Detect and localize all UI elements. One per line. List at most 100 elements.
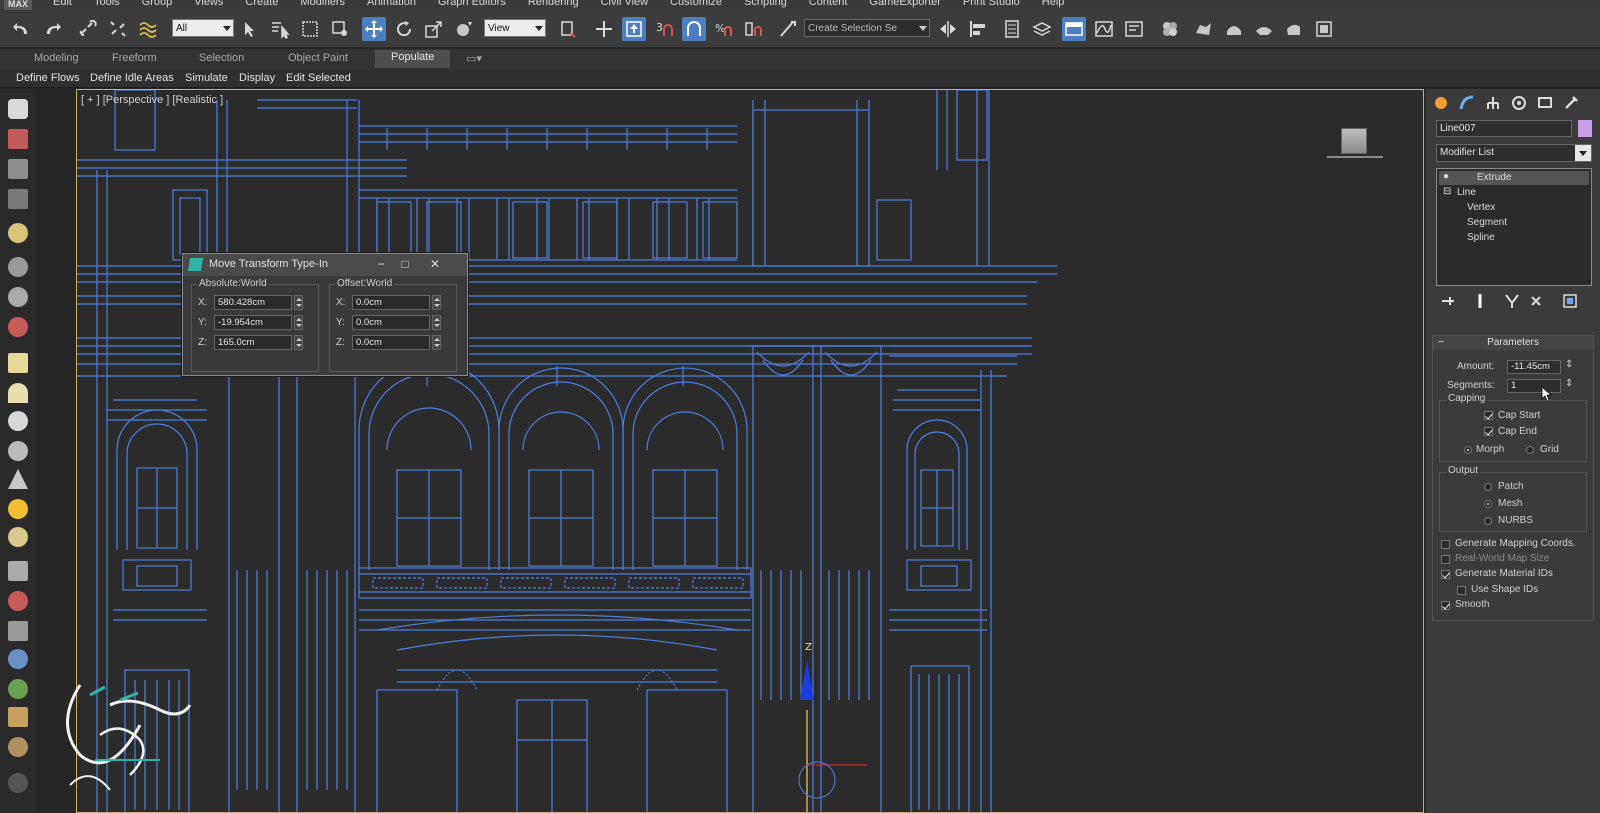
named-selection-dropdown[interactable]: Create Selection Se (804, 19, 930, 37)
window-crossing-icon[interactable] (328, 17, 352, 41)
select-and-move-icon[interactable] (362, 17, 386, 41)
menu-content[interactable]: Content (798, 0, 859, 8)
menu-civil-view[interactable]: Civil View (590, 0, 659, 8)
viewport-label[interactable]: [ + ] [Perspective ] [Realistic ] (81, 94, 223, 106)
perspective-viewport[interactable]: Z [ + ] [Perspective ] [Realistic ] (76, 89, 1424, 813)
nurbs-radio[interactable] (1484, 517, 1492, 525)
light-bulb-icon[interactable] (8, 223, 28, 243)
cap-start-checkbox[interactable] (1484, 411, 1493, 420)
scene-explorer-icon[interactable] (1000, 17, 1024, 41)
a360-gallery-icon[interactable] (1312, 17, 1336, 41)
tab-object-paint[interactable]: Object Paint (288, 52, 348, 64)
show-end-result-icon[interactable] (1472, 293, 1488, 309)
create-cylinder-icon[interactable] (8, 159, 28, 179)
viewcube-compass[interactable] (1327, 156, 1383, 158)
menu-graph-editors[interactable]: Graph Editors (427, 0, 517, 8)
layer-explorer-icon[interactable] (1030, 17, 1054, 41)
spinner-icon[interactable] (294, 335, 303, 350)
pin-stack-icon[interactable] (1440, 293, 1456, 309)
dialog-titlebar[interactable]: Move Transform Type-In − □ ✕ (183, 254, 467, 276)
grid-radio[interactable] (1526, 446, 1534, 454)
offset-x-input[interactable]: 0.0cm (352, 295, 430, 310)
pyramid-icon[interactable] (8, 621, 28, 641)
undo-icon[interactable] (10, 17, 34, 41)
make-unique-icon[interactable] (1504, 293, 1520, 309)
rendered-frame-window-icon[interactable] (1222, 17, 1246, 41)
offset-z-input[interactable]: 0.0cm (352, 335, 430, 350)
spinner-icon[interactable] (432, 295, 441, 310)
patch-radio[interactable] (1484, 483, 1492, 491)
viewcube[interactable] (1341, 128, 1367, 154)
menu-scripting[interactable]: Scripting (733, 0, 798, 8)
offset-y-input[interactable]: 0.0cm (352, 315, 430, 330)
generate-mapping-coords-checkbox[interactable] (1441, 540, 1450, 549)
mesh-radio[interactable] (1484, 500, 1492, 508)
curve-editor-icon[interactable] (1092, 17, 1116, 41)
snaps-toggle-icon[interactable]: 3 (652, 17, 676, 41)
teapot-icon[interactable] (8, 99, 28, 119)
utilities-tab-icon[interactable] (1560, 92, 1582, 114)
plane-icon[interactable] (8, 353, 28, 373)
spinner-icon[interactable] (294, 315, 303, 330)
helper-icon[interactable] (8, 287, 28, 307)
menu-group[interactable]: Group (131, 0, 184, 8)
render-production-icon[interactable] (1252, 17, 1276, 41)
toggle-ribbon-icon[interactable] (1062, 17, 1086, 41)
menu-views[interactable]: Views (183, 0, 234, 8)
render-setup-icon[interactable] (1192, 17, 1216, 41)
remove-modifier-icon[interactable] (1528, 293, 1544, 309)
absolute-z-input[interactable]: 165.0cm (214, 335, 292, 350)
create-box-icon[interactable] (8, 129, 28, 149)
stairs-icon[interactable] (8, 561, 28, 581)
absolute-x-input[interactable]: 580.428cm (214, 295, 292, 310)
percent-snap-icon[interactable]: % (712, 17, 736, 41)
stack-item-segment[interactable]: Segment (1467, 217, 1507, 228)
mirror-icon[interactable] (936, 17, 960, 41)
collapse-icon[interactable]: − (1438, 336, 1444, 350)
chevron-down-icon[interactable] (1575, 145, 1591, 161)
render-in-cloud-icon[interactable] (1282, 17, 1306, 41)
sphere-icon[interactable] (8, 411, 28, 431)
spinner-icon[interactable] (432, 335, 441, 350)
configure-modifier-sets-icon[interactable] (1562, 293, 1578, 309)
real-world-map-size-checkbox[interactable] (1441, 555, 1450, 564)
reference-coordinate-dropdown[interactable]: View (484, 19, 546, 37)
selection-filter-dropdown[interactable]: All (172, 19, 234, 37)
menu-help[interactable]: Help (1031, 0, 1076, 8)
spinner-icon[interactable] (294, 295, 303, 310)
unlink-icon[interactable] (106, 17, 130, 41)
bind-spacewarp-icon[interactable] (136, 17, 160, 41)
amount-spinner-icon[interactable]: ⇕ (1565, 359, 1573, 370)
link-icon[interactable] (76, 17, 100, 41)
brush-icon[interactable] (8, 591, 28, 611)
foliage-icon[interactable] (8, 679, 28, 699)
particle-icon[interactable] (8, 317, 28, 337)
scroll-knob-icon[interactable] (8, 773, 28, 793)
lightbulb-icon[interactable]: ● (1443, 171, 1449, 182)
cap-end-checkbox[interactable] (1484, 427, 1493, 436)
display-button[interactable]: Display (239, 72, 275, 84)
expand-icon[interactable]: ⊟ (1443, 186, 1451, 197)
smooth-checkbox[interactable] (1441, 601, 1450, 610)
tab-freeform[interactable]: Freeform (112, 52, 157, 64)
edit-selected-button[interactable]: Edit Selected (286, 72, 351, 84)
maximize-icon[interactable]: □ (395, 257, 415, 273)
teapot-small-icon[interactable] (8, 441, 28, 461)
stack-item-vertex[interactable]: Vertex (1467, 202, 1495, 213)
menu-animation[interactable]: Animation (356, 0, 427, 8)
use-shape-ids-checkbox[interactable] (1457, 586, 1466, 595)
select-manipulate-icon[interactable] (592, 17, 616, 41)
hemisphere-icon[interactable] (8, 383, 28, 403)
motion-tab-icon[interactable] (1508, 92, 1530, 114)
object-color-swatch[interactable] (1578, 120, 1592, 137)
select-and-place-icon[interactable] (452, 17, 476, 41)
cone-icon[interactable] (8, 469, 28, 489)
modifier-list-dropdown[interactable]: Modifier List (1436, 144, 1592, 162)
hierarchy-tab-icon[interactable] (1482, 92, 1504, 114)
pivot-center-icon[interactable] (556, 17, 580, 41)
hf-icon[interactable] (8, 707, 28, 727)
absolute-y-input[interactable]: -19.954cm (214, 315, 292, 330)
edit-named-selection-icon[interactable] (776, 17, 800, 41)
torus-icon[interactable] (8, 527, 28, 547)
close-icon[interactable]: ✕ (425, 257, 445, 273)
